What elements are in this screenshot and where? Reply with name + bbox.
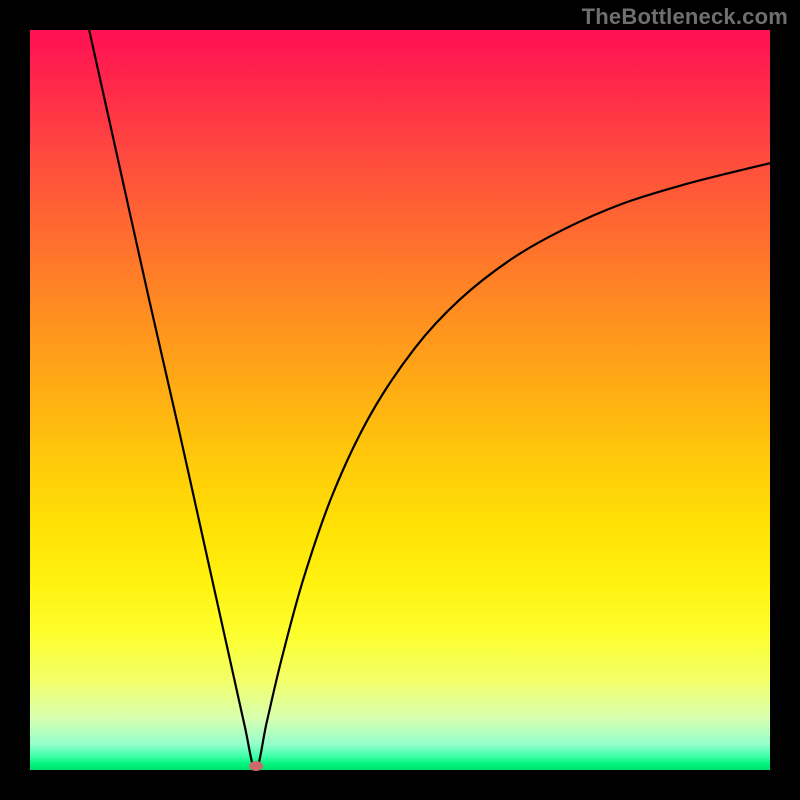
bottleneck-curve: [30, 30, 770, 770]
plot-area: [30, 30, 770, 770]
chart-frame: TheBottleneck.com: [0, 0, 800, 800]
attribution-text: TheBottleneck.com: [582, 4, 788, 30]
optimum-marker: [249, 761, 263, 771]
